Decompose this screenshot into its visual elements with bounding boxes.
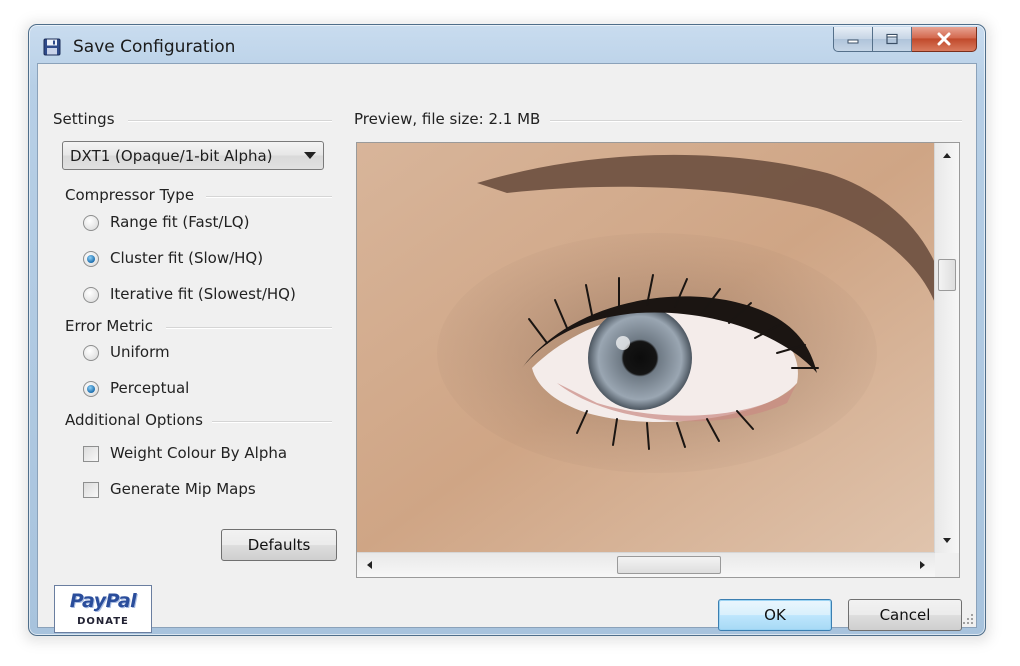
checkbox-generate-mip-maps-label[interactable]: Generate Mip Maps (110, 480, 256, 498)
settings-group-label: Settings (53, 110, 115, 128)
vertical-scroll-thumb[interactable] (938, 259, 956, 291)
radio-cluster-fit-label[interactable]: Cluster fit (Slow/HQ) (110, 249, 263, 267)
scroll-corner (935, 553, 959, 577)
window-title: Save Configuration (73, 37, 236, 57)
title-bar[interactable]: Save Configuration (29, 25, 985, 63)
floppy-disk-icon (43, 38, 61, 56)
close-button[interactable] (912, 27, 977, 52)
radio-perceptual-label[interactable]: Perceptual (110, 379, 189, 397)
preview-pane[interactable] (356, 142, 960, 578)
radio-uniform-label[interactable]: Uniform (110, 343, 170, 361)
preview-divider (550, 120, 962, 122)
settings-divider (128, 120, 332, 122)
radio-uniform[interactable] (83, 345, 99, 361)
checkbox-generate-mip-maps[interactable] (83, 482, 99, 498)
defaults-button[interactable]: Defaults (221, 529, 337, 561)
dialog-client-area: Settings DXT1 (Opaque/1-bit Alpha) Compr… (37, 63, 977, 633)
radio-range-fit[interactable] (83, 215, 99, 231)
resize-grip-icon[interactable] (962, 613, 974, 625)
minimize-icon (847, 39, 859, 44)
caption-buttons (833, 27, 977, 53)
scroll-left-icon[interactable] (367, 561, 372, 569)
scroll-down-icon[interactable] (943, 538, 951, 543)
format-dropdown-value: DXT1 (Opaque/1-bit Alpha) (70, 147, 273, 165)
paypal-donate-button[interactable]: PayPal DONATE (54, 585, 152, 633)
paypal-donate-text: DONATE (77, 616, 129, 627)
vertical-scrollbar[interactable] (934, 143, 959, 553)
save-configuration-window: Save Configuration Settings DXT1 (Opaque… (28, 24, 986, 636)
error-metric-label: Error Metric (65, 317, 153, 335)
checkbox-weight-colour-by-alpha[interactable] (83, 446, 99, 462)
radio-range-fit-label[interactable]: Range fit (Fast/LQ) (110, 213, 249, 231)
compressor-divider (206, 196, 332, 198)
format-dropdown[interactable]: DXT1 (Opaque/1-bit Alpha) (62, 141, 324, 170)
checkbox-weight-colour-by-alpha-label[interactable]: Weight Colour By Alpha (110, 444, 287, 462)
ok-button[interactable]: OK (718, 599, 832, 631)
compressor-type-label: Compressor Type (65, 186, 195, 204)
maximize-icon (886, 33, 898, 45)
scroll-up-icon[interactable] (943, 153, 951, 158)
minimize-button[interactable] (833, 27, 873, 52)
maximize-button[interactable] (873, 27, 912, 52)
radio-iterative-fit[interactable] (83, 287, 99, 303)
preview-label: Preview, file size: 2.1 MB (354, 110, 541, 128)
horizontal-scrollbar[interactable] (357, 552, 935, 577)
radio-iterative-fit-label[interactable]: Iterative fit (Slowest/HQ) (110, 285, 296, 303)
cancel-button[interactable]: Cancel (848, 599, 962, 631)
additional-options-label: Additional Options (65, 411, 203, 429)
paypal-logo: PayPal (69, 590, 137, 612)
error-metric-divider (166, 327, 332, 329)
radio-perceptual[interactable] (83, 381, 99, 397)
scroll-right-icon[interactable] (920, 561, 925, 569)
additional-options-divider (212, 421, 332, 423)
horizontal-scroll-thumb[interactable] (617, 556, 721, 574)
chevron-down-icon (304, 152, 316, 159)
radio-cluster-fit[interactable] (83, 251, 99, 267)
close-icon (937, 32, 951, 46)
eye-photo (357, 143, 935, 553)
